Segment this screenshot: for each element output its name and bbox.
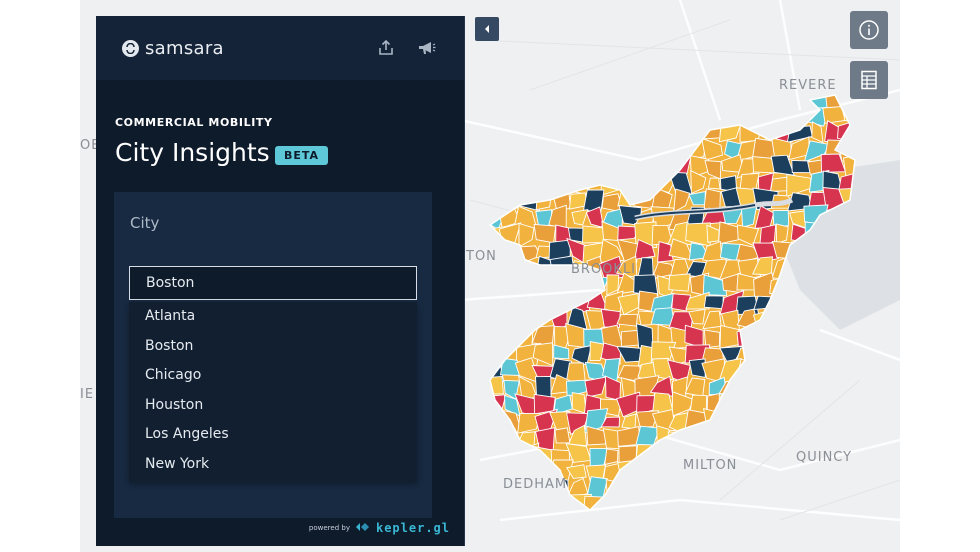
map-label-revere: REVERE: [779, 78, 837, 93]
census-tract[interactable]: [600, 308, 621, 328]
census-tract[interactable]: [668, 273, 691, 292]
brand-logo[interactable]: samsara: [122, 38, 224, 59]
beta-badge: BETA: [275, 146, 329, 165]
panel-header: samsara: [96, 16, 464, 80]
city-field-label: City: [130, 214, 160, 232]
census-tract[interactable]: [604, 448, 619, 466]
city-dropdown: Atlanta Boston Chicago Houston Los Angel…: [129, 302, 417, 482]
census-tract[interactable]: [688, 358, 706, 378]
census-tract[interactable]: [554, 427, 571, 444]
brand-name: samsara: [145, 38, 224, 59]
city-option-houston[interactable]: Houston: [129, 391, 417, 421]
map-stage[interactable]: REVERE BROOKLI TON MILTON QUINCY DEDHAM …: [80, 0, 900, 552]
info-icon: [859, 20, 879, 40]
city-option-boston[interactable]: Boston: [129, 332, 417, 362]
powered-by-footer[interactable]: powered by kepler.gl: [309, 519, 450, 537]
map-label-left-2: IE: [80, 387, 95, 402]
share-icon[interactable]: [376, 38, 396, 58]
city-option-los-angeles[interactable]: Los Angeles: [129, 420, 417, 450]
kepler-wordmark: kepler.gl: [375, 521, 450, 535]
info-button[interactable]: [850, 11, 888, 49]
city-option-new-york[interactable]: New York: [129, 450, 417, 480]
side-panel: samsara COMMERCIAL MOBILITY City Insight…: [96, 16, 465, 546]
census-tract[interactable]: [739, 172, 760, 191]
city-option-chicago[interactable]: Chicago: [129, 361, 417, 391]
city-card: City Boston Atlanta Boston Chicago Houst…: [114, 192, 432, 518]
legend-button[interactable]: [850, 61, 888, 99]
map-label-newton: TON: [466, 249, 497, 264]
census-tract[interactable]: [775, 223, 789, 245]
page-title: City Insights: [115, 138, 270, 167]
census-tract[interactable]: [635, 323, 654, 349]
collapse-panel-button[interactable]: [475, 17, 499, 41]
map-label-milton: MILTON: [683, 458, 738, 473]
census-tract[interactable]: [703, 295, 724, 310]
census-tract[interactable]: [565, 362, 586, 383]
megaphone-icon[interactable]: [417, 38, 437, 58]
map-label-quincy: QUINCY: [796, 450, 853, 465]
map-label-dedham: DEDHAM: [503, 477, 568, 492]
table-icon: [861, 70, 877, 90]
powered-by-label: powered by: [308, 524, 350, 532]
census-tract[interactable]: [616, 313, 638, 327]
city-select[interactable]: Boston: [129, 266, 417, 300]
panel-eyebrow: COMMERCIAL MOBILITY: [115, 116, 273, 129]
samsara-logo-icon: [122, 40, 139, 57]
chevron-left-icon: [485, 25, 489, 33]
census-tract[interactable]: [703, 188, 721, 211]
census-tract[interactable]: [533, 223, 557, 244]
census-tract[interactable]: [707, 177, 721, 190]
city-option-atlanta[interactable]: Atlanta: [129, 302, 417, 332]
map-label-brookline: BROOKLI: [571, 262, 637, 277]
kepler-logo-icon: [355, 519, 371, 537]
